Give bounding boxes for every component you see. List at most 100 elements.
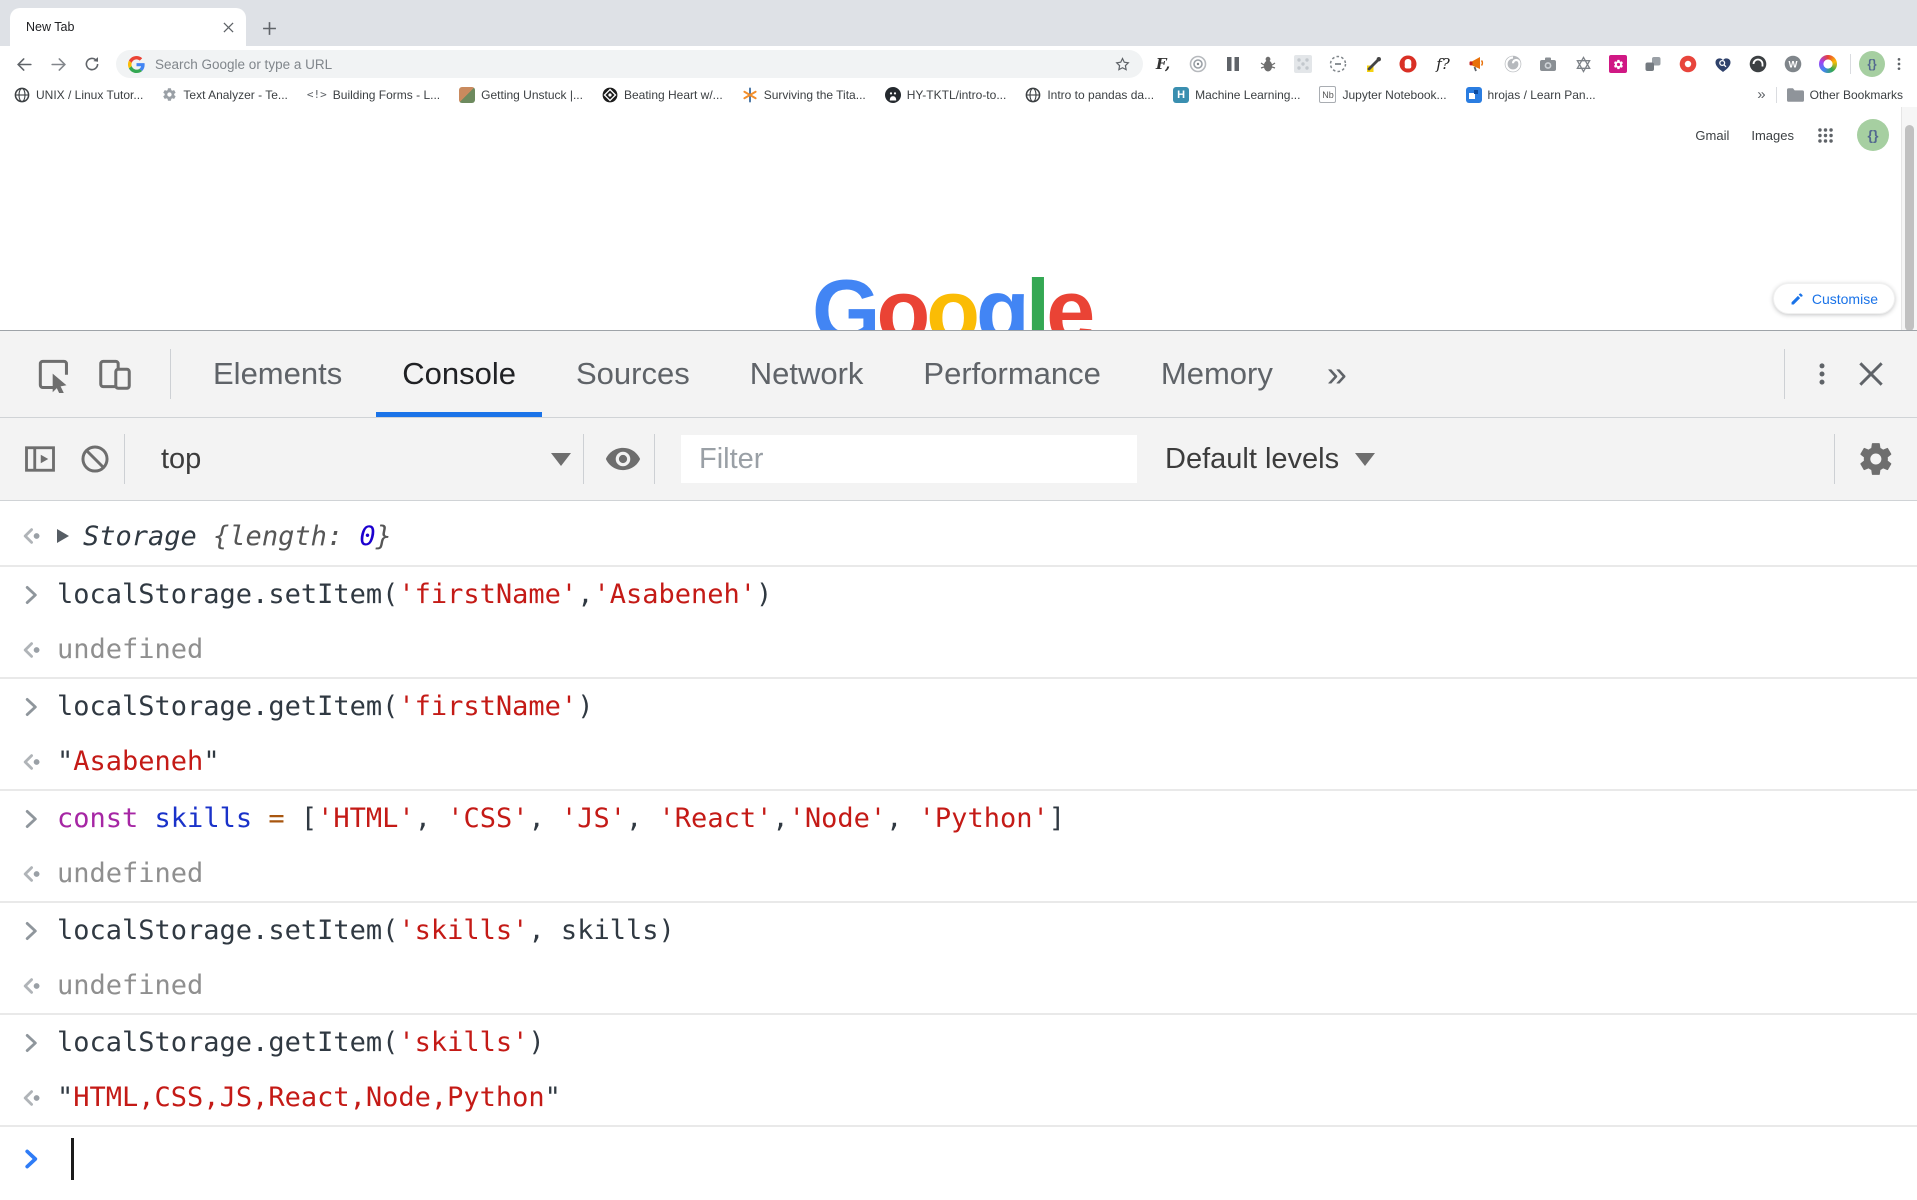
- bug-extension-icon[interactable]: [1258, 54, 1278, 74]
- photo-icon: [459, 87, 475, 103]
- bookmark-label: Jupyter Notebook...: [1342, 88, 1446, 102]
- tab-sources[interactable]: Sources: [546, 331, 720, 417]
- tabbar-right-divider: [1784, 349, 1785, 399]
- logo-letter: l: [1026, 261, 1046, 330]
- red-ring-extension-icon[interactable]: [1678, 54, 1698, 74]
- tab-network[interactable]: Network: [720, 331, 894, 417]
- tiles-extension-icon[interactable]: [1643, 54, 1663, 74]
- bookmark-item[interactable]: Beating Heart w/...: [602, 87, 723, 103]
- eyedropper-extension-icon[interactable]: [1363, 54, 1383, 74]
- new-tab-page: Gmail Images {} Google Customise: [0, 107, 1917, 330]
- bookmark-star-icon[interactable]: [1114, 56, 1131, 73]
- bookmark-item[interactable]: Text Analyzer - Te...: [162, 87, 288, 102]
- megaphone-extension-icon[interactable]: [1468, 54, 1488, 74]
- back-button[interactable]: [10, 51, 38, 77]
- f-question-extension-icon[interactable]: f?: [1433, 54, 1453, 74]
- log-levels-selector[interactable]: Default levels: [1165, 443, 1375, 476]
- bookmarks-overflow-chevron[interactable]: »: [1757, 87, 1765, 102]
- stop-hand-extension-icon[interactable]: [1398, 54, 1418, 74]
- color-ring-extension-icon[interactable]: [1818, 54, 1838, 74]
- profile-avatar-page[interactable]: {}: [1857, 119, 1889, 151]
- console-text: localStorage.setItem('skills', skills): [57, 915, 675, 946]
- console-result-arrow-icon: [14, 972, 48, 1000]
- new-tab-button[interactable]: [262, 21, 277, 36]
- pencil-icon: [1790, 292, 1804, 306]
- console-input-row: const skills = ['HTML', 'CSS', 'JS', 'Re…: [0, 791, 1917, 846]
- forward-button[interactable]: [44, 51, 72, 77]
- address-bar[interactable]: Search Google or type a URL: [116, 50, 1143, 78]
- bookmark-item[interactable]: HMachine Learning...: [1173, 87, 1300, 103]
- more-tabs-chevron[interactable]: »: [1327, 353, 1347, 395]
- context-selector[interactable]: top: [137, 443, 571, 476]
- bookmark-item[interactable]: HY-TKTL/intro-to...: [885, 87, 1007, 103]
- target-icon: [602, 87, 618, 103]
- images-link[interactable]: Images: [1751, 128, 1794, 143]
- swirl-extension-icon[interactable]: [1503, 54, 1523, 74]
- bookmark-item[interactable]: NbJupyter Notebook...: [1319, 86, 1446, 103]
- asterisk-icon: [742, 87, 758, 103]
- bookmark-item[interactable]: Getting Unstuck |...: [459, 87, 583, 103]
- tab-performance[interactable]: Performance: [893, 331, 1130, 417]
- console-text: undefined: [57, 858, 203, 889]
- levels-dropdown-icon: [1355, 453, 1375, 466]
- device-toolbar-icon[interactable]: [96, 355, 134, 393]
- hexagram-extension-icon[interactable]: [1573, 54, 1593, 74]
- w-circle-extension-icon[interactable]: W: [1783, 54, 1803, 74]
- bookmark-item[interactable]: UNIX / Linux Tutor...: [14, 87, 143, 103]
- toolbar-divider: [1850, 54, 1851, 74]
- pink-gear-extension-icon[interactable]: [1608, 54, 1628, 74]
- scrollbar-thumb[interactable]: [1905, 125, 1914, 330]
- gmail-link[interactable]: Gmail: [1695, 128, 1729, 143]
- bookmark-item[interactable]: Surviving the Tita...: [742, 87, 866, 103]
- tab-console[interactable]: Console: [372, 331, 546, 417]
- console-filter-input[interactable]: [681, 435, 1137, 483]
- clear-console-icon[interactable]: [78, 442, 112, 476]
- customise-button[interactable]: Customise: [1773, 283, 1895, 314]
- tab-close-icon[interactable]: [223, 22, 234, 33]
- console-toolbar: top Default levels: [0, 418, 1917, 501]
- heart-search-extension-icon[interactable]: [1713, 54, 1733, 74]
- globe-icon: [1025, 87, 1041, 103]
- dash-circle-extension-icon[interactable]: [1328, 54, 1348, 74]
- camera-extension-icon[interactable]: [1538, 54, 1558, 74]
- chrome-menu-icon[interactable]: [1891, 56, 1907, 72]
- tab-memory[interactable]: Memory: [1131, 331, 1303, 417]
- browser-tab[interactable]: New Tab: [10, 8, 246, 46]
- tabbar-divider: [170, 349, 171, 399]
- bookmark-item[interactable]: <!>Building Forms - L...: [307, 88, 440, 102]
- inspect-element-icon[interactable]: [34, 355, 72, 393]
- live-expression-eye-icon[interactable]: [604, 440, 642, 478]
- console-sidebar-icon[interactable]: [22, 441, 58, 477]
- text-cursor: [71, 1138, 74, 1180]
- toolbar-divider-1: [124, 434, 125, 484]
- script-f-extension-icon[interactable]: F,: [1153, 54, 1173, 74]
- devtools-menu-icon[interactable]: [1807, 359, 1837, 389]
- settings-gear-icon[interactable]: [1857, 440, 1895, 478]
- bookmark-item[interactable]: hrojas / Learn Pan...: [1466, 87, 1596, 103]
- console-result-arrow-icon: [14, 860, 48, 888]
- console-input-row: localStorage.setItem('firstName','Asaben…: [0, 567, 1917, 622]
- tab-strip: New Tab: [0, 0, 1917, 46]
- console-input-chevron-icon: [14, 694, 48, 720]
- console-prompt-chevron-icon: [14, 1146, 48, 1172]
- bookmark-item[interactable]: Intro to pandas da...: [1025, 87, 1154, 103]
- reload-button[interactable]: [78, 51, 106, 77]
- profile-avatar[interactable]: {}: [1859, 51, 1885, 77]
- console-result-row: undefined: [0, 846, 1917, 903]
- bookmarks-divider: [1776, 87, 1777, 103]
- console-prompt[interactable]: [0, 1127, 1917, 1191]
- dark-globe-extension-icon[interactable]: [1748, 54, 1768, 74]
- google-apps-grid-icon[interactable]: [1816, 126, 1835, 145]
- target-rings-extension-icon[interactable]: [1188, 54, 1208, 74]
- pattern-grid-extension-icon[interactable]: [1293, 54, 1313, 74]
- other-bookmarks-button[interactable]: Other Bookmarks: [1787, 88, 1903, 102]
- page-scrollbar[interactable]: [1901, 107, 1917, 330]
- other-bookmarks-label: Other Bookmarks: [1810, 88, 1903, 102]
- tab-elements[interactable]: Elements: [183, 331, 372, 417]
- pause-bars-extension-icon[interactable]: [1223, 54, 1243, 74]
- globe-icon: [14, 87, 30, 103]
- tab-title: New Tab: [26, 20, 223, 34]
- devtools-close-icon[interactable]: [1855, 358, 1887, 390]
- console-storage-row: Storage {length: 0}: [0, 507, 1917, 567]
- expand-triangle-icon[interactable]: [57, 529, 69, 543]
